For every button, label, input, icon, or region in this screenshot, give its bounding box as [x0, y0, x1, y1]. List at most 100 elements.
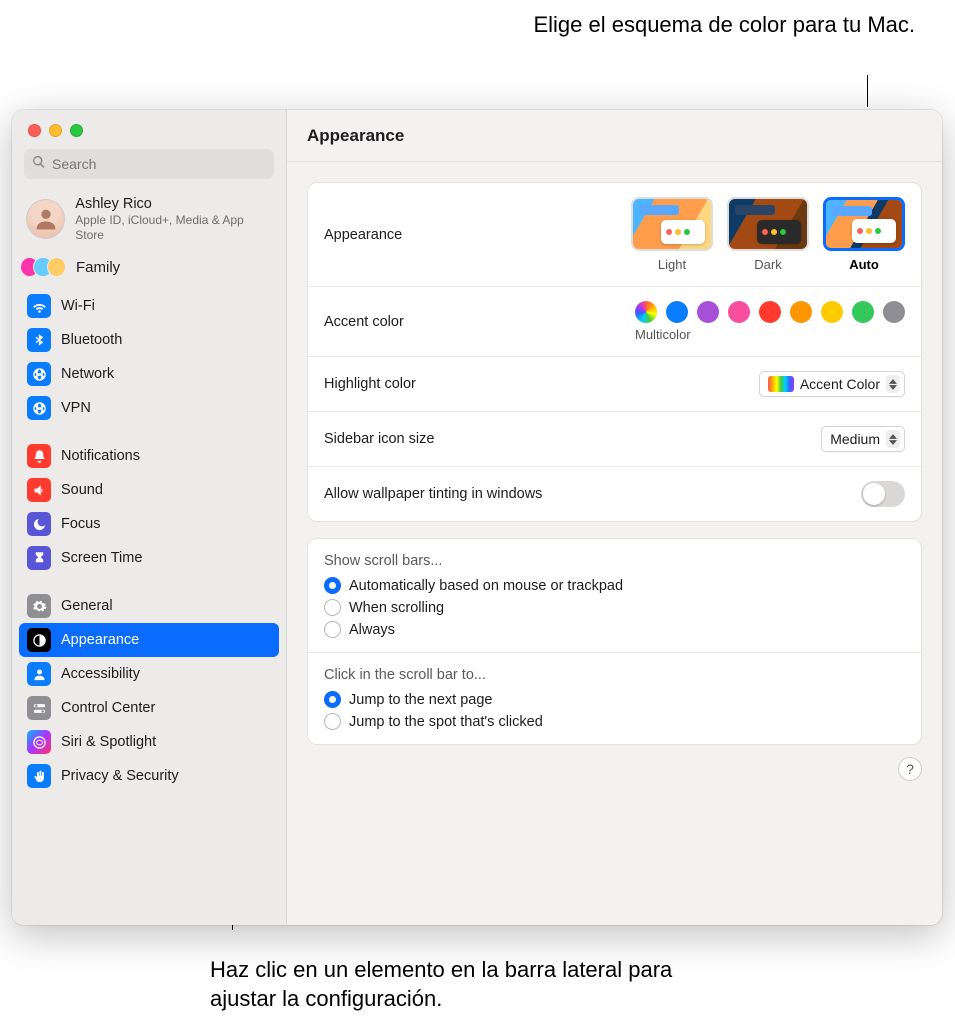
scrollbars-option-0[interactable]: Automatically based on mouse or trackpad [324, 577, 905, 594]
sidebar: Ashley Rico Apple ID, iCloud+, Media & A… [12, 110, 287, 925]
family-row[interactable]: Family [12, 251, 286, 283]
accent-swatch-gray[interactable] [883, 301, 905, 323]
highlight-row: Highlight color Accent Color [308, 357, 921, 412]
sidebar-item-label: Focus [61, 516, 101, 532]
hand-icon [27, 764, 51, 788]
avatar [26, 199, 65, 239]
sidebar-item-siri-spotlight[interactable]: Siri & Spotlight [19, 725, 279, 759]
sidebar-item-focus[interactable]: Focus [19, 507, 279, 541]
appearance-card: Appearance LightDarkAuto Accent color Mu… [307, 182, 922, 522]
sidebar-item-label: Control Center [61, 700, 155, 716]
accent-row: Accent color Multicolor [308, 287, 921, 357]
radio-icon [324, 577, 341, 594]
callout-line-top [867, 75, 868, 107]
scrollclick-row: Click in the scroll bar to... Jump to th… [308, 653, 921, 744]
accent-swatch-multicolor[interactable] [635, 301, 657, 323]
appearance-option-label: Auto [849, 257, 879, 272]
zoom-button[interactable] [70, 124, 83, 137]
scrollclick-option-0[interactable]: Jump to the next page [324, 691, 905, 708]
moon-icon [27, 512, 51, 536]
highlight-row-label: Highlight color [324, 376, 416, 392]
sidebar-item-label: Network [61, 366, 114, 382]
sidebar-item-label: Siri & Spotlight [61, 734, 156, 750]
sidebar-item-general[interactable]: General [19, 589, 279, 623]
main-pane: Appearance Appearance LightDarkAuto Acce… [287, 110, 942, 925]
sidebar-size-row: Sidebar icon size Medium [308, 412, 921, 467]
callout-bottom: Haz clic en un elemento en la barra late… [210, 955, 710, 1014]
appearance-option-light[interactable]: Light [631, 197, 713, 272]
search-field[interactable] [24, 149, 274, 179]
appearance-option-dark[interactable]: Dark [727, 197, 809, 272]
sidebar-item-label: Bluetooth [61, 332, 122, 348]
accent-swatch-orange[interactable] [790, 301, 812, 323]
accent-swatch-purple[interactable] [697, 301, 719, 323]
sidebar-item-label: Sound [61, 482, 103, 498]
sidebar-item-control-center[interactable]: Control Center [19, 691, 279, 725]
tinting-label: Allow wallpaper tinting in windows [324, 486, 542, 502]
radio-label: Always [349, 622, 395, 638]
gear-icon [27, 594, 51, 618]
sidebar-item-label: Privacy & Security [61, 768, 179, 784]
help-button[interactable]: ? [898, 757, 922, 781]
search-input[interactable] [52, 156, 266, 172]
appearance-option-auto[interactable]: Auto [823, 197, 905, 272]
scrollbars-option-1[interactable]: When scrolling [324, 599, 905, 616]
page-title: Appearance [307, 126, 404, 146]
sidebar-item-label: VPN [61, 400, 91, 416]
sidebar-item-screen-time[interactable]: Screen Time [19, 541, 279, 575]
scrollclick-option-1[interactable]: Jump to the spot that's clicked [324, 713, 905, 730]
account-row[interactable]: Ashley Rico Apple ID, iCloud+, Media & A… [12, 189, 286, 249]
sidebar-item-network[interactable]: Network [19, 357, 279, 391]
minimize-button[interactable] [49, 124, 62, 137]
chevron-up-down-icon [886, 375, 900, 393]
sidebar-nav: Wi-Fi Bluetooth Network VPN Notifications Sou… [12, 283, 286, 925]
window-traffic-lights [12, 110, 286, 147]
hourglass-icon [27, 546, 51, 570]
sidebar-item-bluetooth[interactable]: Bluetooth [19, 323, 279, 357]
accent-swatch-red[interactable] [759, 301, 781, 323]
sidebar-item-appearance[interactable]: Appearance [19, 623, 279, 657]
bluetooth-icon [27, 328, 51, 352]
accent-swatch-blue[interactable] [666, 301, 688, 323]
accent-row-label: Accent color [324, 314, 404, 330]
highlight-value: Accent Color [800, 376, 880, 392]
radio-label: Automatically based on mouse or trackpad [349, 578, 623, 594]
sidebar-item-accessibility[interactable]: Accessibility [19, 657, 279, 691]
sidebar-item-wi-fi[interactable]: Wi-Fi [19, 289, 279, 323]
sidebar-item-label: Screen Time [61, 550, 142, 566]
sidebar-item-sound[interactable]: Sound [19, 473, 279, 507]
sidebar-item-label: Accessibility [61, 666, 140, 682]
appearance-option-label: Light [658, 257, 686, 272]
sidebar-size-value: Medium [830, 431, 880, 447]
sidebar-item-vpn[interactable]: VPN [19, 391, 279, 425]
account-name: Ashley Rico [75, 195, 272, 213]
scrollbars-row: Show scroll bars... Automatically based … [308, 539, 921, 653]
sidebar-item-label: General [61, 598, 113, 614]
appearance-option-label: Dark [754, 257, 781, 272]
scrollbars-radios: Automatically based on mouse or trackpad… [324, 575, 905, 638]
accent-swatch-yellow[interactable] [821, 301, 843, 323]
sidebar-size-label: Sidebar icon size [324, 431, 434, 447]
accent-swatch-pink[interactable] [728, 301, 750, 323]
content: Appearance LightDarkAuto Accent color Mu… [287, 162, 942, 801]
sidebar-item-label: Appearance [61, 632, 139, 648]
scrollclick-heading: Click in the scroll bar to... [324, 667, 905, 683]
appearance-row: Appearance LightDarkAuto [308, 183, 921, 287]
radio-icon [324, 621, 341, 638]
sidebar-item-privacy-security[interactable]: Privacy & Security [19, 759, 279, 793]
close-button[interactable] [28, 124, 41, 137]
highlight-popup[interactable]: Accent Color [759, 371, 905, 397]
accent-swatch-green[interactable] [852, 301, 874, 323]
speaker-icon [27, 478, 51, 502]
scrollclick-radios: Jump to the next page Jump to the spot th… [324, 689, 905, 730]
tinting-toggle[interactable] [861, 481, 905, 507]
family-label: Family [76, 259, 120, 276]
scroll-card: Show scroll bars... Automatically based … [307, 538, 922, 745]
settings-window: Ashley Rico Apple ID, iCloud+, Media & A… [12, 110, 942, 925]
search-icon [32, 155, 46, 173]
scrollbars-option-2[interactable]: Always [324, 621, 905, 638]
sidebar-size-popup[interactable]: Medium [821, 426, 905, 452]
radio-icon [324, 599, 341, 616]
sidebar-item-label: Wi-Fi [61, 298, 95, 314]
sidebar-item-notifications[interactable]: Notifications [19, 439, 279, 473]
